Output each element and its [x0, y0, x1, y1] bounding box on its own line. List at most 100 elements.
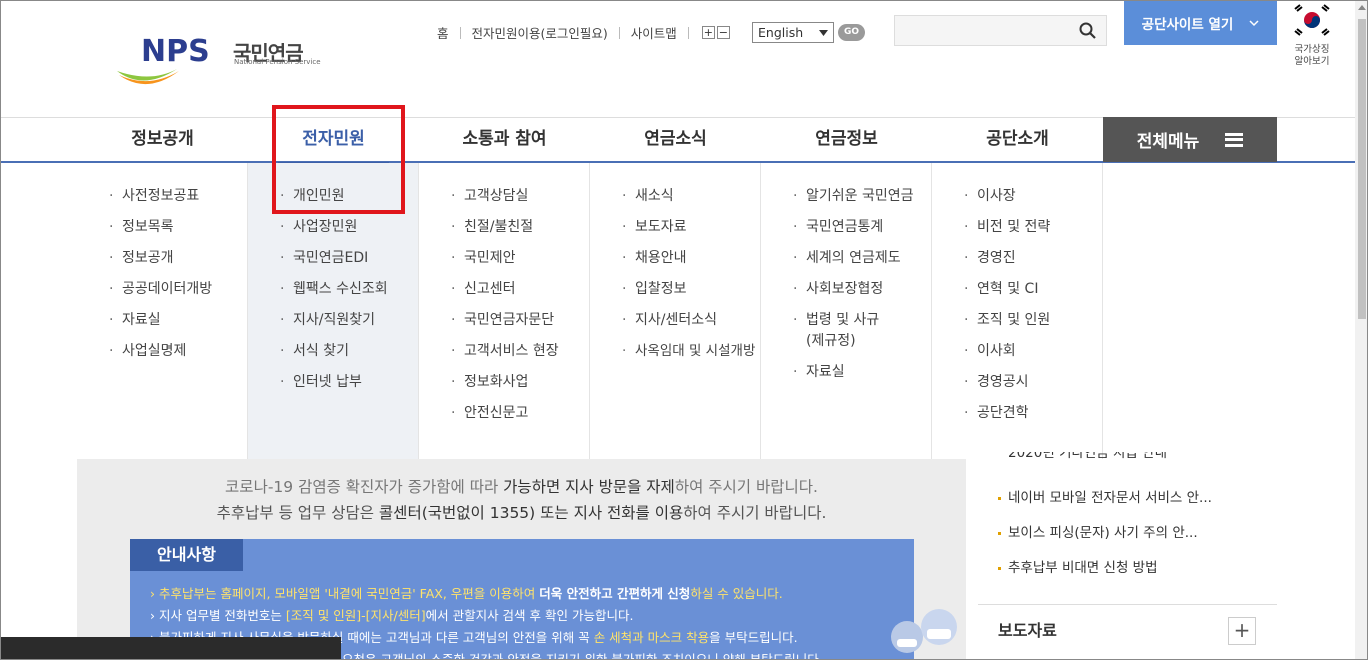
zoom-controls: + − — [701, 26, 730, 39]
menu-item[interactable]: 친절/불친절 — [419, 212, 589, 243]
menu-item[interactable]: 자료실 — [77, 305, 247, 336]
menu-item[interactable]: 사업실명제 — [77, 336, 247, 367]
notice-text: 추후납부 등 업무 상담은 — [216, 504, 379, 522]
nav-communication[interactable]: 소통과 참여 — [419, 118, 590, 162]
menu-item[interactable]: 세계의 연금제도 — [761, 243, 931, 274]
language-select[interactable]: English — [752, 22, 834, 43]
hamburger-icon — [1225, 132, 1244, 147]
menu-item[interactable]: 비전 및 전략 — [932, 212, 1102, 243]
menu-item[interactable]: 국민연금자문단 — [419, 305, 589, 336]
menu-item[interactable]: 보도자료 — [590, 212, 760, 243]
all-menu-label: 전체메뉴 — [1136, 132, 1200, 152]
menu-item[interactable]: 고객서비스 현장 — [419, 336, 589, 367]
menu-item[interactable]: 경영진 — [932, 243, 1102, 274]
menu-item[interactable]: 공단견학 — [932, 398, 1102, 429]
menu-item[interactable]: 입찰정보 — [590, 274, 760, 305]
info-text: › 지사 업무별 전화번호는 — [150, 608, 286, 623]
menu-item[interactable]: 서식 찾기 — [248, 336, 418, 367]
mega-menu: 사전정보공표 정보목록 정보공개 공공데이터개방 자료실 사업실명제 개인민원 … — [77, 163, 1277, 459]
notice-text: 하여 주시기 바랍니다. — [683, 504, 827, 522]
menu-item[interactable]: 정보공개 — [77, 243, 247, 274]
menu-item[interactable]: 신고센터 — [419, 274, 589, 305]
menu-item[interactable]: 국민연금통계 — [761, 212, 931, 243]
menu-item[interactable]: 사전정보공표 — [77, 181, 247, 212]
info-link[interactable]: [조직 및 인원]-[지사/센터] — [286, 608, 426, 623]
menu-item[interactable]: 정보목록 — [77, 212, 247, 243]
scroll-thumb[interactable] — [1358, 19, 1366, 319]
nps-logo-mark: NPS — [117, 34, 210, 85]
info-text: 에서 관할지사 검색 후 확인 가능합니다. — [425, 608, 634, 623]
zoom-out-button[interactable]: − — [716, 26, 730, 39]
press-title: 보도자료 — [998, 621, 1057, 640]
zoom-in-button[interactable]: + — [701, 26, 715, 39]
info-emphasis: 더욱 안전하고 간편하게 신청 — [539, 586, 691, 601]
menu-item[interactable]: 알기쉬운 국민연금 — [761, 181, 931, 212]
divider — [687, 26, 689, 39]
info-line: › 추후납부는 홈페이지, 모바일앱 '내곁에 국민연금' FAX, 우편을 이… — [150, 583, 819, 605]
info-text: 을 부탁드립니다. — [709, 630, 798, 645]
language-go-button[interactable]: GO — [838, 24, 865, 41]
menu-item[interactable]: 인터넷 납부 — [248, 367, 418, 398]
menu-item[interactable]: 안전신문고 — [419, 398, 589, 429]
browser-frame: NPS 국민연금 National Pension Service 홈 전자민원… — [0, 0, 1368, 660]
nav-about[interactable]: 공단소개 — [932, 118, 1103, 162]
mega-col-news: 새소식 보도자료 채용안내 입찰정보 지사/센터소식 사옥임대 및 시설개방 — [590, 163, 761, 459]
logo-brand: NPS — [141, 34, 210, 69]
logo-subtitle: National Pension Service — [234, 58, 321, 66]
menu-item[interactable]: 새소식 — [590, 181, 760, 212]
info-title: 안내사항 — [130, 539, 243, 571]
mega-col-pension-info: 알기쉬운 국민연금 국민연금통계 세계의 연금제도 사회보장협정 법령 및 사규… — [761, 163, 932, 459]
search-input[interactable] — [894, 15, 1107, 46]
scroll-up-icon[interactable] — [1358, 5, 1366, 10]
util-home-link[interactable]: 홈 — [437, 23, 449, 42]
press-more-button[interactable]: + — [1228, 617, 1256, 645]
divider — [618, 26, 620, 39]
menu-item[interactable]: 국민제안 — [419, 243, 589, 274]
util-sitemap-link[interactable]: 사이트맵 — [631, 23, 677, 42]
menu-item[interactable]: 지사/직원찾기 — [248, 305, 418, 336]
main-content: 코로나-19 감염증 확진자가 증가함에 따라 가능하면 지사 방문을 자제하여… — [77, 459, 966, 659]
notice-text: 하여 주시기 바랍니다. — [674, 478, 818, 496]
menu-item[interactable]: 이사장 — [932, 181, 1102, 212]
notice-emphasis: 콜센터(국번없이 1355) 또는 지사 전화를 이용 — [378, 504, 684, 522]
korea-flag-icon — [1294, 4, 1330, 36]
site-open-button[interactable]: 공단사이트 열기 — [1124, 1, 1277, 45]
taskbar-fragment — [1, 637, 341, 659]
covid-notice-line1: 코로나-19 감염증 확진자가 증가함에 따라 가능하면 지사 방문을 자제하여… — [77, 475, 966, 497]
menu-item[interactable]: 정보화사업 — [419, 367, 589, 398]
scrollbar[interactable] — [1355, 1, 1367, 659]
menu-item[interactable]: 연혁 및 CI — [932, 274, 1102, 305]
menu-item[interactable]: 사회보장협정 — [761, 274, 931, 305]
all-menu-button[interactable]: 전체메뉴 — [1103, 117, 1277, 162]
notice-text: 코로나-19 감염증 확진자가 증가함에 따라 — [225, 478, 504, 496]
nav-pension-info[interactable]: 연금정보 — [761, 118, 932, 162]
info-emphasis: 손 세척과 마스크 착용 — [593, 630, 710, 645]
list-item[interactable]: 네이버 모바일 전자문서 서비스 안... — [998, 481, 1212, 516]
symbol-label-1: 국가상징 — [1294, 44, 1330, 55]
menu-item[interactable]: 국민연금EDI — [248, 243, 418, 274]
menu-item[interactable]: 조직 및 인원 — [932, 305, 1102, 336]
divider — [978, 604, 1277, 605]
search-icon[interactable] — [1079, 22, 1096, 39]
nav-pension-news[interactable]: 연금소식 — [590, 118, 761, 162]
menu-item[interactable]: 채용안내 — [590, 243, 760, 274]
util-eservice-link[interactable]: 전자민원이용(로그인필요) — [472, 23, 608, 42]
menu-item[interactable]: 자료실 — [761, 357, 931, 388]
utility-nav: 홈 전자민원이용(로그인필요) 사이트맵 + − — [437, 23, 730, 42]
menu-item[interactable]: 사옥임대 및 시설개방 — [590, 336, 760, 367]
info-text: › 추후납부는 홈페이지, 모바일앱 '내곁에 국민연금' FAX, 우편을 이… — [150, 586, 540, 601]
menu-item[interactable]: 고객상담실 — [419, 181, 589, 212]
menu-item[interactable]: 법령 및 사규(제규정) — [761, 305, 881, 357]
menu-item[interactable]: 지사/센터소식 — [590, 305, 760, 336]
notice-emphasis: 가능하면 지사 방문을 자제 — [503, 478, 675, 496]
menu-item[interactable]: 사업장민원 — [248, 212, 418, 243]
national-symbol-link[interactable]: 국가상징 알아보기 — [1289, 3, 1335, 68]
mega-col-about: 이사장 비전 및 전략 경영진 연혁 및 CI 조직 및 인원 이사회 경영공시… — [932, 163, 1103, 459]
menu-item[interactable]: 웹팩스 수신조회 — [248, 274, 418, 305]
menu-item[interactable]: 이사회 — [932, 336, 1102, 367]
menu-item[interactable]: 공공데이터개방 — [77, 274, 247, 305]
menu-item[interactable]: 경영공시 — [932, 367, 1102, 398]
list-item[interactable]: 보이스 피싱(문자) 사기 주의 안... — [998, 516, 1212, 551]
list-item[interactable]: 추후납부 비대면 신청 방법 — [998, 551, 1212, 586]
nav-info-disclosure[interactable]: 정보공개 — [77, 118, 248, 162]
